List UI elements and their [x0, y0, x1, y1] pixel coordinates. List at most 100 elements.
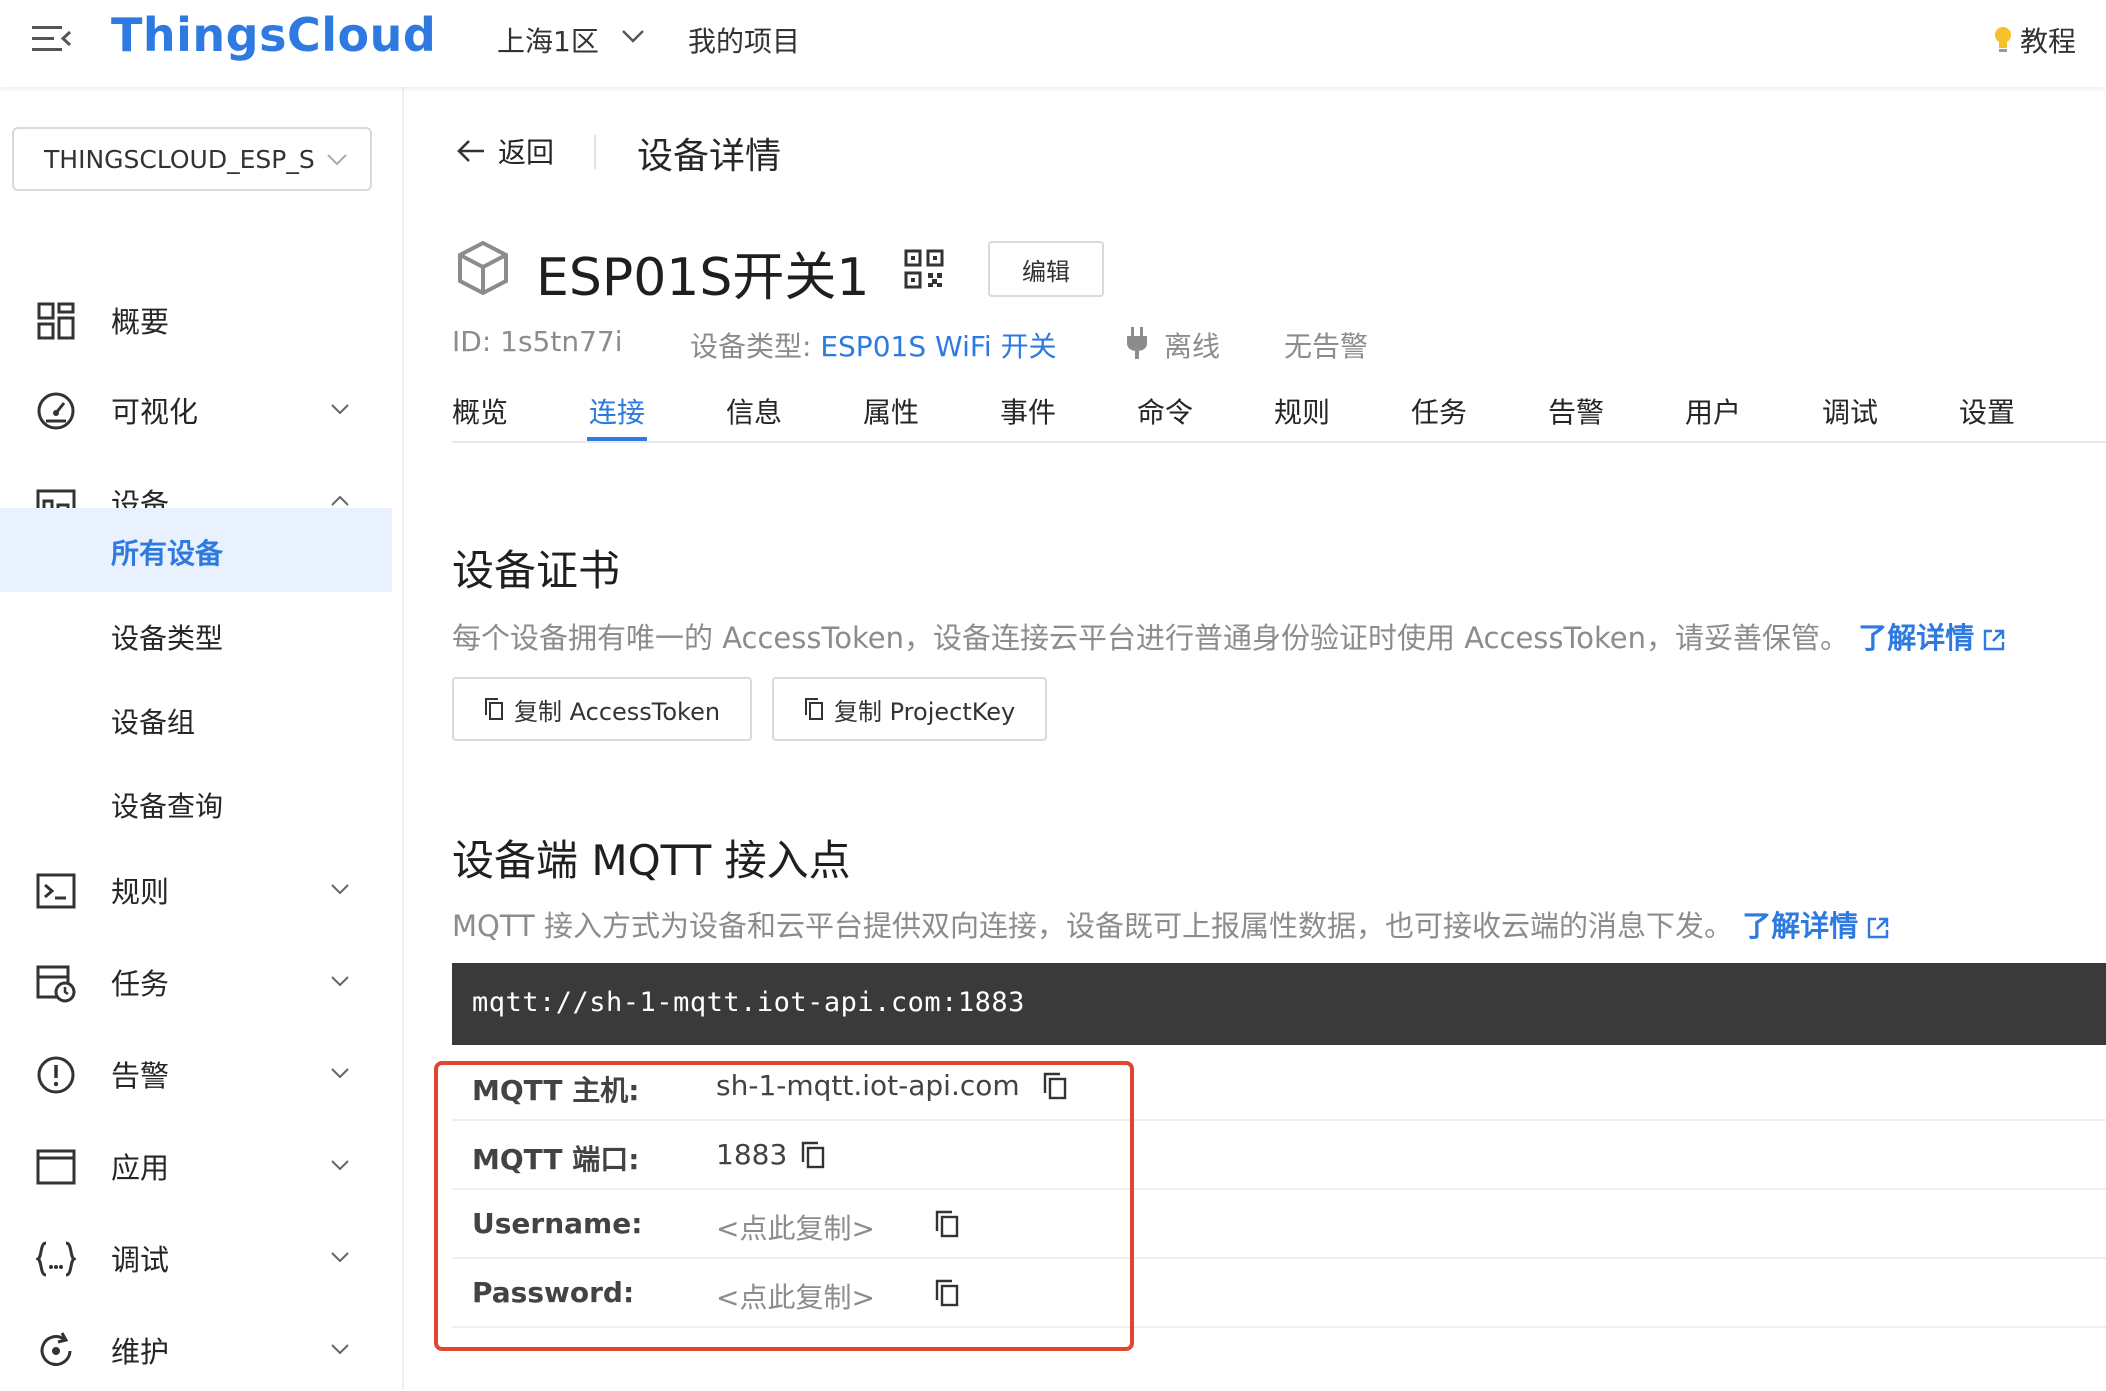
- chevron-down-icon: [331, 1160, 349, 1171]
- sidebar-subitem-all-devices[interactable]: 所有设备: [0, 508, 392, 592]
- sidebar-subitem-device-groups[interactable]: 设备组: [0, 677, 392, 761]
- mqtt-section-title: 设备端 MQTT 接入点: [452, 836, 851, 885]
- chevron-down-icon: [331, 1252, 349, 1263]
- braces-icon: [36, 1241, 76, 1277]
- mqtt-endpoint-code: mqtt://sh-1-mqtt.iot-api.com:1883: [452, 963, 2106, 1045]
- tab-overview[interactable]: 概览: [452, 391, 508, 431]
- arrow-left-icon: [457, 140, 484, 162]
- copy-icon: [485, 698, 503, 720]
- qr-code-icon[interactable]: [904, 249, 944, 289]
- detail-tabs: 概览 连接 信息 属性 事件 命令 规则 任务 告警 用户 调试 设置: [452, 383, 2106, 443]
- app-logo[interactable]: ThingsCloud: [111, 8, 436, 62]
- copy-accesstoken-button[interactable]: 复制 AccessToken: [452, 677, 753, 741]
- chevron-down-icon[interactable]: [620, 26, 646, 46]
- mqtt-port-key: MQTT 端口:: [472, 1143, 640, 1176]
- chevron-down-icon: [331, 976, 349, 987]
- mqtt-description: MQTT 接入方式为设备和云平台提供双向连接，设备既可上报属性数据，也可接收云端…: [452, 903, 1890, 945]
- chevron-down-icon: [331, 884, 349, 895]
- tab-info[interactable]: 信息: [726, 391, 782, 431]
- sidebar-item-apps[interactable]: 应用: [0, 1123, 392, 1207]
- mqtt-description-text: MQTT 接入方式为设备和云平台提供双向连接，设备既可上报属性数据，也可接收云端…: [452, 909, 1733, 943]
- tab-alarms[interactable]: 告警: [1548, 391, 1604, 431]
- mqtt-learn-more-link[interactable]: 了解详情: [1742, 909, 1890, 943]
- tab-settings[interactable]: 设置: [1959, 391, 2015, 431]
- mqtt-username-row: Username: <点此复制>: [452, 1191, 2106, 1259]
- mqtt-password-value[interactable]: <点此复制>: [716, 1276, 875, 1316]
- header-divider: [594, 135, 596, 169]
- refresh-icon: [40, 1332, 72, 1366]
- chevron-down-icon: [331, 1068, 349, 1079]
- external-link-icon: [1868, 917, 1889, 939]
- sidebar-item-alarms[interactable]: 告警: [0, 1031, 392, 1115]
- sidebar-subitem-label: 所有设备: [111, 537, 224, 570]
- sidebar-subitem-label: 设备组: [111, 706, 196, 739]
- menu-collapse-icon[interactable]: [32, 24, 72, 54]
- cert-learn-more-link[interactable]: 了解详情: [1858, 621, 2006, 655]
- sidebar-subitem-device-query[interactable]: 设备查询: [0, 761, 392, 845]
- mqtt-password-row: Password: <点此复制>: [452, 1260, 2106, 1328]
- mqtt-username-value[interactable]: <点此复制>: [716, 1207, 875, 1247]
- sidebar-item-overview[interactable]: 概要: [0, 277, 392, 361]
- chevron-down-icon: [331, 1344, 349, 1355]
- tutorial-label: 教程: [2019, 25, 2076, 58]
- main-content: 返回 设备详情 ESP01S开关1 编辑 ID: 1s5tn77i 设备类型: …: [404, 87, 2106, 1390]
- chevron-down-icon: [331, 404, 349, 415]
- dashboard-icon: [37, 302, 75, 340]
- plug-icon: [1127, 327, 1147, 359]
- lightbulb-icon: [1994, 27, 2011, 52]
- tutorial-link[interactable]: 教程: [1992, 20, 2076, 60]
- sidebar-item-label: 调试: [111, 1243, 170, 1277]
- sidebar-item-label: 应用: [111, 1151, 170, 1185]
- tab-attributes[interactable]: 属性: [863, 391, 919, 431]
- copy-icon[interactable]: [934, 1278, 960, 1308]
- gauge-icon: [37, 392, 75, 430]
- sidebar-subitem-label: 设备查询: [111, 790, 224, 823]
- copy-icon[interactable]: [800, 1140, 826, 1170]
- tab-events[interactable]: 事件: [1000, 391, 1056, 431]
- device-type-label: 设备类型:: [690, 330, 812, 363]
- alarm-status: 无告警: [1284, 330, 1369, 363]
- learn-more-label: 了解详情: [1742, 909, 1859, 943]
- mqtt-username-key: Username:: [472, 1207, 643, 1240]
- copy-icon[interactable]: [1042, 1071, 1068, 1101]
- tab-tasks[interactable]: 任务: [1411, 391, 1467, 431]
- device-id: ID: 1s5tn77i: [452, 325, 623, 358]
- sidebar-subitem-device-types[interactable]: 设备类型: [0, 593, 392, 677]
- device-type-link[interactable]: ESP01S WiFi 开关: [820, 330, 1056, 363]
- sidebar-item-rules[interactable]: 规则: [0, 847, 392, 931]
- sidebar-item-maintenance[interactable]: 维护: [0, 1307, 392, 1391]
- device-name: ESP01S开关1: [536, 248, 870, 308]
- status-badge: 离线: [1164, 330, 1221, 363]
- tab-connection[interactable]: 连接: [589, 391, 645, 431]
- page-title: 设备详情: [637, 136, 782, 177]
- region-selector[interactable]: 上海1区: [497, 20, 599, 60]
- sidebar: THINGSCLOUD_ESP_S 概要 可视化 设备 所有设备 设备类型 设备…: [0, 87, 404, 1390]
- copy-accesstoken-label: 复制 AccessToken: [514, 697, 721, 726]
- copy-icon[interactable]: [934, 1209, 960, 1239]
- tab-debug[interactable]: 调试: [1822, 391, 1878, 431]
- sidebar-item-debug[interactable]: 调试: [0, 1215, 392, 1299]
- tab-rules[interactable]: 规则: [1274, 391, 1330, 431]
- sidebar-item-label: 任务: [111, 967, 170, 1001]
- window-icon: [36, 1149, 76, 1185]
- alert-circle-icon: [37, 1056, 75, 1094]
- back-button[interactable]: 返回: [456, 131, 554, 171]
- chevron-down-icon: [327, 154, 347, 166]
- device-cube-icon: [458, 240, 508, 295]
- mqtt-host-value: sh-1-mqtt.iot-api.com: [716, 1069, 1020, 1102]
- sidebar-item-visualization[interactable]: 可视化: [0, 367, 392, 451]
- tab-commands[interactable]: 命令: [1137, 391, 1193, 431]
- copy-projectkey-button[interactable]: 复制 ProjectKey: [772, 677, 1048, 741]
- mqtt-port-value: 1883: [716, 1138, 788, 1171]
- project-select[interactable]: THINGSCLOUD_ESP_S: [12, 127, 372, 191]
- mqtt-password-key: Password:: [472, 1276, 635, 1309]
- edit-button[interactable]: 编辑: [988, 241, 1104, 297]
- chevron-up-icon: [331, 495, 349, 506]
- mqtt-host-key: MQTT 主机:: [472, 1074, 640, 1107]
- sidebar-item-tasks[interactable]: 任务: [0, 939, 392, 1023]
- back-label: 返回: [498, 136, 555, 169]
- mqtt-endpoint-url[interactable]: mqtt://sh-1-mqtt.iot-api.com:1883: [472, 987, 1025, 1018]
- device-type: 设备类型: ESP01S WiFi 开关: [690, 325, 1057, 365]
- my-projects-link[interactable]: 我的项目: [688, 20, 800, 60]
- tab-users[interactable]: 用户: [1685, 391, 1741, 431]
